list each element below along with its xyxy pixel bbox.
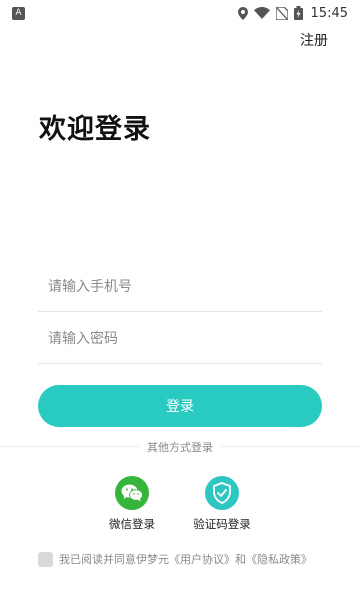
- user-agreement-link[interactable]: 《用户协议》: [169, 551, 235, 567]
- sim-off-icon: [275, 6, 288, 20]
- location-icon: [237, 6, 248, 20]
- status-bar-left: A: [12, 6, 25, 20]
- agreement-conjunction: 和: [235, 553, 246, 566]
- agreement-row: 我已阅读并同意伊梦元 《用户协议》 和 《隐私政策》: [38, 551, 312, 567]
- page-title: 欢迎登录: [39, 114, 151, 145]
- status-time: 15:45: [310, 5, 348, 21]
- register-link[interactable]: 注册: [300, 30, 328, 50]
- phone-field: [38, 262, 322, 312]
- status-bar: A 15:45: [0, 0, 360, 26]
- privacy-policy-link[interactable]: 《隐私政策》: [246, 551, 312, 567]
- agreement-prefix: 我已阅读并同意伊梦元: [59, 553, 169, 566]
- status-bar-right: 15:45: [237, 5, 348, 21]
- password-field: [38, 314, 322, 364]
- agreement-checkbox[interactable]: [38, 551, 53, 567]
- wifi-icon: [253, 7, 270, 19]
- code-login-button[interactable]: 验证码登录: [182, 476, 262, 532]
- app-notification-icon: A: [12, 6, 25, 20]
- code-login-label: 验证码登录: [193, 517, 251, 531]
- login-button[interactable]: 登录: [38, 385, 322, 427]
- battery-icon: [293, 6, 303, 20]
- wechat-login-label: 微信登录: [109, 517, 155, 531]
- other-login-label: 其他方式登录: [139, 439, 221, 455]
- phone-input[interactable]: [38, 262, 322, 311]
- other-login-divider: 其他方式登录: [0, 439, 360, 455]
- wechat-icon: [115, 476, 149, 510]
- shield-check-icon: [205, 476, 239, 510]
- wechat-login-button[interactable]: 微信登录: [92, 476, 172, 532]
- password-input[interactable]: [38, 314, 322, 363]
